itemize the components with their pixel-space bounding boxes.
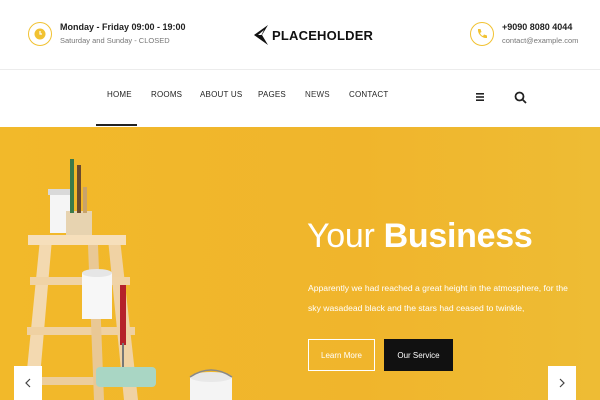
learn-more-button[interactable]: Learn More [308, 339, 375, 371]
nav-rooms[interactable]: ROOMS [151, 90, 182, 99]
hero-title-light: Your [307, 217, 375, 255]
chevron-right-icon [559, 378, 565, 388]
hero-title-bold: Business [383, 217, 533, 255]
hours-title: Monday - Friday 09:00 - 19:00 [60, 22, 186, 32]
nav-about-us[interactable]: ABOUT US [200, 90, 242, 99]
nav-pages[interactable]: PAGES [258, 90, 286, 99]
hours-sub: Saturday and Sunday - CLOSED [60, 36, 170, 45]
nav-contact[interactable]: CONTACT [349, 90, 388, 99]
clock-icon [28, 22, 52, 46]
opening-hours: Monday - Friday 09:00 - 19:00 Saturday a… [28, 20, 186, 48]
nav-home[interactable]: HOME [107, 90, 132, 99]
nav-active-indicator [96, 124, 137, 126]
top-info-bar: Monday - Friday 09:00 - 19:00 Saturday a… [0, 0, 600, 70]
search-icon[interactable] [511, 88, 529, 106]
hero-illustration [0, 127, 600, 400]
site-logo[interactable]: PLACEHOLDER [252, 24, 373, 46]
slider-next-button[interactable] [548, 366, 576, 400]
nav-news[interactable]: NEWS [305, 90, 330, 99]
phone-icon [470, 22, 494, 46]
hero-description: Apparently we had reached a great height… [308, 283, 568, 313]
phone-number[interactable]: +9090 8080 4044 [502, 20, 578, 34]
logo-text: PLACEHOLDER [272, 27, 374, 43]
email-address[interactable]: contact@example.com [502, 34, 578, 48]
hero-slider: Your Business Apparently we had reached … [0, 127, 600, 400]
our-service-button[interactable]: Our Service [384, 339, 453, 371]
contact-info: +9090 8080 4044 contact@example.com [470, 20, 578, 48]
hero-title: Your Business [307, 217, 533, 256]
slider-prev-button[interactable] [14, 366, 42, 400]
chevron-left-icon [25, 378, 31, 388]
menu-icon[interactable] [471, 88, 489, 106]
logo-arrow-icon [254, 25, 268, 45]
main-navigation: HOME ROOMS ABOUT US PAGES NEWS CONTACT [0, 70, 600, 127]
